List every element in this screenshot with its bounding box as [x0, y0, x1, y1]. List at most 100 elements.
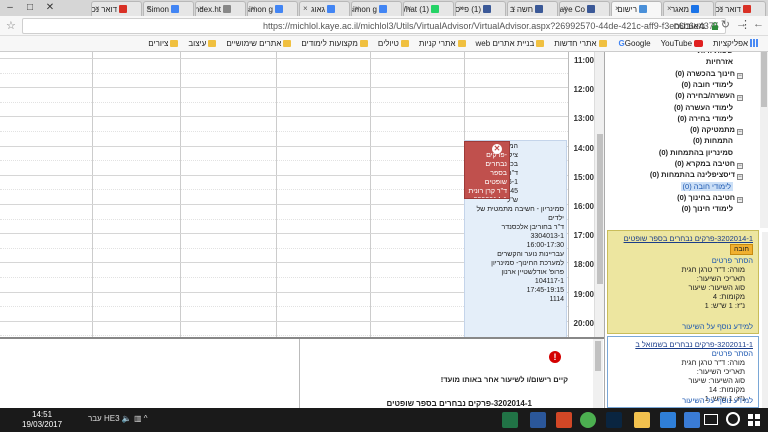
tree-item[interactable]: לימודי חובה (0) [682, 80, 733, 89]
close-window-icon[interactable]: ✕ [40, 0, 60, 16]
tree-item[interactable]: −חינוך בהכשרה (0) [675, 69, 743, 79]
browser-tab[interactable]: רישום × [611, 1, 662, 16]
bookmark-item[interactable]: בניית אתרים web [476, 36, 545, 51]
url-field[interactable]: https://michlol.kaye.ac.il/michlol3/Util… [22, 18, 726, 34]
close-tab-icon[interactable]: × [303, 4, 308, 13]
close-tab-icon[interactable]: × [719, 4, 724, 13]
folder-icon [598, 40, 607, 47]
browser-tab[interactable]: חשה ב × [507, 1, 558, 16]
collapse-icon[interactable]: − [737, 72, 743, 79]
close-tab-icon[interactable]: × [511, 4, 516, 13]
browser-tab[interactable]: דואר נכ × [91, 1, 142, 16]
browser-tab[interactable]: Kaye Co× [559, 1, 610, 16]
bookmark-label: טיולים [377, 39, 399, 48]
hide-details-link[interactable]: הסתר פרטים [613, 349, 753, 358]
minimize-icon[interactable]: – [0, 0, 20, 16]
tree-item[interactable]: −מתמטיקה (0) [690, 125, 743, 136]
tree-item[interactable]: התמחות (0) [693, 136, 733, 145]
bookmark-star-icon[interactable]: ☆ [6, 19, 16, 32]
close-tab-icon[interactable]: × [95, 4, 100, 13]
tree-item[interactable]: לימודי חובה (0) [680, 181, 733, 191]
collapse-icon[interactable]: − [737, 163, 743, 169]
bookmark-item[interactable]: עיצוב [188, 36, 217, 51]
file-explorer-icon[interactable] [634, 412, 650, 428]
windows-start-icon[interactable] [748, 414, 760, 426]
bookmark-item[interactable]: טיולים [378, 36, 409, 51]
calendar-scrollbar[interactable] [594, 52, 604, 337]
browser-tab[interactable]: (1) פייס × [455, 1, 506, 16]
browser-tab[interactable]: index.ht × [195, 1, 246, 16]
close-tab-icon[interactable]: × [615, 4, 620, 13]
language-code[interactable]: HE3 [104, 414, 120, 423]
calendar-event-conflict[interactable]: ✕ -פרקים נבחרים בספר שופטים ד"ר קרן רונית3… [464, 141, 510, 199]
bookmark-item[interactable]: מקצועות לימודים [301, 36, 368, 51]
bookmark-item[interactable]: אתרים שימושיים [226, 36, 292, 51]
collapse-icon[interactable]: − [737, 174, 743, 181]
menu-dots-icon[interactable]: ⋮ [740, 18, 751, 31]
more-info-link[interactable]: למידע נוסף על השיעור [682, 322, 753, 331]
tree-scrollbar[interactable] [760, 52, 768, 228]
collapse-icon[interactable]: − [737, 95, 743, 102]
bookmark-item[interactable]: אתרי קניות [419, 36, 466, 51]
collapse-icon[interactable]: − [737, 129, 743, 136]
tree-item[interactable]: −חטיבה במקרא (0) [675, 159, 743, 169]
course-card-title[interactable]: 3202014-1-פרקים נבחרים בספר שופטים [613, 234, 753, 243]
search-icon[interactable] [726, 412, 740, 426]
task-view-icon[interactable] [704, 414, 718, 425]
bottom-scrollbar[interactable] [593, 339, 603, 408]
tree-item[interactable]: לימודי חינוך (0) [682, 204, 733, 213]
excel-icon[interactable] [502, 412, 518, 428]
close-tab-icon[interactable]: × [147, 4, 152, 13]
close-tab-icon[interactable]: × [251, 4, 256, 13]
chrome-icon[interactable] [580, 412, 596, 428]
bookmark-item[interactable]: ציורים [148, 36, 179, 51]
bookmark-item[interactable]: אתרי חדשות [554, 36, 607, 51]
back-icon[interactable]: ← [753, 18, 764, 31]
browser-tab[interactable]: Simon × [143, 1, 194, 16]
course-card-title[interactable]: 3202011-1-פרקים נבחרים בשמואל ב [613, 340, 753, 349]
course-card: 3202014-1-פרקים נבחרים בספר שופטים חובה … [607, 230, 759, 334]
close-tab-icon[interactable]: × [667, 4, 672, 13]
tree-item[interactable]: לימודי העשרה (0) [674, 103, 733, 112]
close-tab-icon[interactable]: × [563, 4, 568, 13]
store-icon[interactable] [684, 412, 700, 428]
browser-tab[interactable]: גאוג × [299, 1, 350, 16]
network-icon[interactable]: ▥ [134, 414, 142, 423]
reload-icon[interactable]: ↻ [721, 18, 730, 31]
close-tab-icon[interactable]: × [199, 4, 204, 13]
edge-icon[interactable] [660, 412, 676, 428]
powerpoint-icon[interactable] [556, 412, 572, 428]
right-panel: שפות זרותאזרחיות−חינוך בהכשרה (0)לימודי … [604, 52, 768, 408]
tray-expand-icon[interactable]: ^ [144, 414, 148, 423]
browser-tab[interactable]: simon g × [247, 1, 298, 16]
close-tab-icon[interactable]: × [459, 4, 464, 13]
right-panel-scrollbar[interactable] [762, 232, 768, 408]
tree-item[interactable]: −דיסציפלינה בהתמחות (0) [650, 170, 743, 181]
close-tab-icon[interactable]: × [407, 4, 412, 13]
tree-item[interactable]: −חטיבה בחינוך (0) [677, 193, 743, 203]
language-indicator[interactable]: עבר [88, 414, 102, 423]
close-tab-icon[interactable]: × [355, 4, 360, 13]
maximize-icon[interactable]: □ [20, 0, 40, 16]
collapse-icon[interactable]: − [737, 196, 743, 203]
word-icon[interactable] [530, 412, 546, 428]
more-info-link[interactable]: למידע נוסף על השיעור [682, 396, 753, 405]
remove-event-icon[interactable]: ✕ [492, 144, 502, 154]
browser-tab[interactable]: מאגר × [663, 1, 714, 16]
tree-item[interactable]: סמינריון בהתמחות (0) [659, 148, 733, 157]
bookmark-item[interactable]: GGoogle [617, 36, 651, 51]
tree-item[interactable]: −העשרה/בחירה (0) [675, 91, 743, 102]
volume-icon[interactable]: 🔈 [122, 414, 132, 423]
browser-tab[interactable]: simon g × [351, 1, 402, 16]
browser-tab[interactable]: דואר נכנ × [715, 1, 766, 16]
clock[interactable]: 14:51 19/03/2017 [22, 410, 62, 430]
tree-item[interactable]: לימודי בחירה (0) [677, 114, 733, 123]
hide-details-link[interactable]: הסתר פרטים [613, 256, 753, 265]
tree-item[interactable]: אזרחיות [706, 57, 733, 66]
bookmark-item[interactable]: אפליקציות [713, 36, 758, 51]
bookmark-item[interactable]: YouTube [661, 36, 704, 51]
tree-item[interactable]: שפות זרות [698, 52, 733, 55]
photoshop-icon[interactable] [606, 412, 622, 428]
browser-tab[interactable]: (1) What× [403, 1, 454, 16]
apps-icon [750, 39, 758, 47]
